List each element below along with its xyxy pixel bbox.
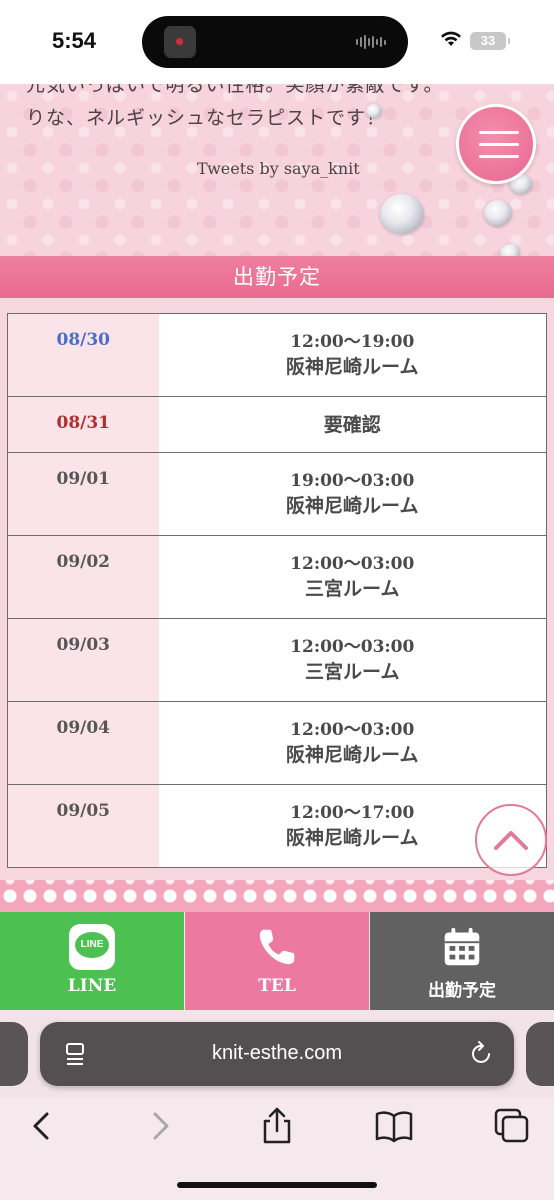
diamond-decoration [366, 104, 382, 118]
schedule-row: 09/05 12:00〜17:00 阪神尼崎ルーム [7, 784, 547, 868]
hamburger-menu-button[interactable] [456, 104, 536, 184]
audio-wave-icon [356, 35, 386, 49]
schedule-time: 12:00〜03:00 [290, 637, 415, 657]
wifi-icon [440, 30, 462, 51]
tel-button[interactable]: TEL [185, 912, 370, 1010]
schedule-header: 出勤予定 [0, 256, 554, 298]
schedule-table: 08/30 12:00〜19:00 阪神尼崎ルーム 08/31 要確認 09/0… [7, 313, 547, 868]
schedule-date: 08/31 [7, 396, 159, 453]
next-tab-peek[interactable] [526, 1022, 554, 1086]
schedule-date: 09/02 [7, 535, 159, 619]
share-icon[interactable] [257, 1106, 297, 1146]
bookmarks-icon[interactable] [374, 1106, 414, 1146]
schedule-status: 要確認 [323, 414, 381, 436]
schedule-room: 阪神尼崎ルーム [286, 356, 419, 378]
schedule-info: 12:00〜03:00 三宮ルーム [158, 535, 547, 619]
schedule-time: 12:00〜03:00 [290, 554, 415, 574]
schedule-row: 08/30 12:00〜19:00 阪神尼崎ルーム [7, 313, 547, 397]
dynamic-island[interactable] [142, 16, 408, 68]
schedule-row: 09/04 12:00〜03:00 阪神尼崎ルーム [7, 701, 547, 785]
reload-icon[interactable] [470, 1041, 494, 1067]
schedule-date: 09/04 [7, 701, 159, 785]
profile-text: りな、ネルギッシュなセラピストです！ [26, 107, 387, 129]
schedule-info: 要確認 [158, 396, 547, 453]
schedule-time: 19:00〜03:00 [290, 471, 415, 491]
schedule-row: 09/01 19:00〜03:00 阪神尼崎ルーム [7, 452, 547, 536]
schedule-date: 08/30 [7, 313, 159, 397]
schedule-row: 08/31 要確認 [7, 396, 547, 453]
tel-button-label: TEL [258, 976, 296, 996]
previous-tab-peek[interactable] [0, 1022, 28, 1086]
battery-icon: 33 [470, 31, 510, 50]
now-playing-thumbnail [164, 26, 196, 58]
scroll-to-top-button[interactable] [475, 804, 547, 876]
menu-icon-line [479, 143, 519, 146]
status-time: 5:54 [52, 28, 97, 53]
diamond-decoration [500, 244, 520, 256]
schedule-button-label: 出勤予定 [428, 981, 496, 1001]
schedule-room: 阪神尼崎ルーム [286, 744, 419, 766]
schedule-row: 09/02 12:00〜03:00 三宮ルーム [7, 535, 547, 619]
tweets-link[interactable]: Tweets by saya_knit [197, 159, 360, 178]
phone-icon [259, 929, 295, 965]
profile-text-partial: 元気いっぱいで明るい性格。笑顔が素敵です。 [26, 84, 444, 96]
menu-icon-line [479, 155, 519, 158]
chevron-up-icon [494, 831, 528, 850]
browser-address-area: knit-esthe.com [0, 1010, 554, 1098]
line-icon: LINE [69, 924, 115, 970]
schedule-date: 09/03 [7, 618, 159, 702]
tabs-icon[interactable] [492, 1106, 532, 1146]
status-bar: 5:54 33 [0, 0, 554, 84]
schedule-time: 12:00〜19:00 [290, 332, 415, 352]
menu-icon-line [479, 131, 519, 134]
back-icon[interactable] [22, 1106, 62, 1146]
schedule-time: 12:00〜03:00 [290, 720, 415, 740]
url-text: knit-esthe.com [211, 1042, 343, 1064]
diamond-decoration [484, 200, 512, 226]
schedule-room: 阪神尼崎ルーム [286, 495, 419, 517]
lace-divider [0, 880, 554, 912]
schedule-date: 09/05 [7, 784, 159, 868]
line-button-label: LINE [67, 976, 117, 996]
schedule-date: 09/01 [7, 452, 159, 536]
schedule-info: 12:00〜03:00 阪神尼崎ルーム [158, 701, 547, 785]
forward-icon[interactable] [140, 1106, 180, 1146]
address-bar[interactable]: knit-esthe.com [40, 1022, 514, 1086]
line-button[interactable]: LINE LINE [0, 912, 185, 1010]
schedule-info: 12:00〜03:00 三宮ルーム [158, 618, 547, 702]
schedule-row: 09/03 12:00〜03:00 三宮ルーム [7, 618, 547, 702]
diamond-decoration [380, 194, 424, 234]
schedule-room: 三宮ルーム [305, 661, 400, 683]
schedule-info: 19:00〜03:00 阪神尼崎ルーム [158, 452, 547, 536]
schedule-info: 12:00〜19:00 阪神尼崎ルーム [158, 313, 547, 397]
home-indicator [177, 1182, 377, 1188]
bottom-action-bar: LINE LINE TEL 出勤予定 [0, 912, 554, 1010]
calendar-icon [444, 927, 480, 966]
schedule-room: 三宮ルーム [305, 578, 400, 600]
schedule-button[interactable]: 出勤予定 [370, 912, 554, 1010]
